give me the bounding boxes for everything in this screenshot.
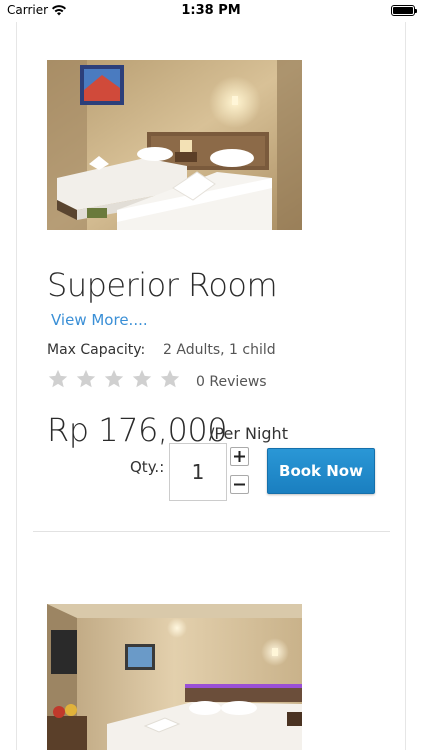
battery-icon [391,5,417,16]
page-border-left [16,22,17,750]
clock: 1:38 PM [181,3,241,18]
minus-icon [234,483,245,486]
qty-label: Qty.: [130,458,165,476]
quantity-input[interactable] [169,443,227,501]
room-photo[interactable] [47,604,302,750]
star-icon [104,369,124,388]
rating-stars [47,368,181,390]
star-icon [160,369,180,388]
reviews-count[interactable]: 0 Reviews [196,374,267,390]
qty-decrement-button[interactable] [230,475,249,494]
plus-icon [234,451,245,462]
per-night-label: /Per Night [209,424,288,443]
star-icon [132,369,152,388]
capacity-label: Max Capacity: [47,342,146,358]
view-more-link[interactable]: View More.... [51,311,148,329]
star-icon [76,369,96,388]
room-photo[interactable] [47,60,302,230]
capacity-value: 2 Adults, 1 child [163,342,276,358]
book-now-button[interactable]: Book Now [267,448,375,494]
qty-increment-button[interactable] [230,447,249,466]
star-icon [48,369,68,388]
page-border-right [405,22,406,750]
status-bar: Carrier 1:38 PM [0,0,422,22]
room-title: Superior Room [47,266,278,304]
room-divider [33,531,390,532]
